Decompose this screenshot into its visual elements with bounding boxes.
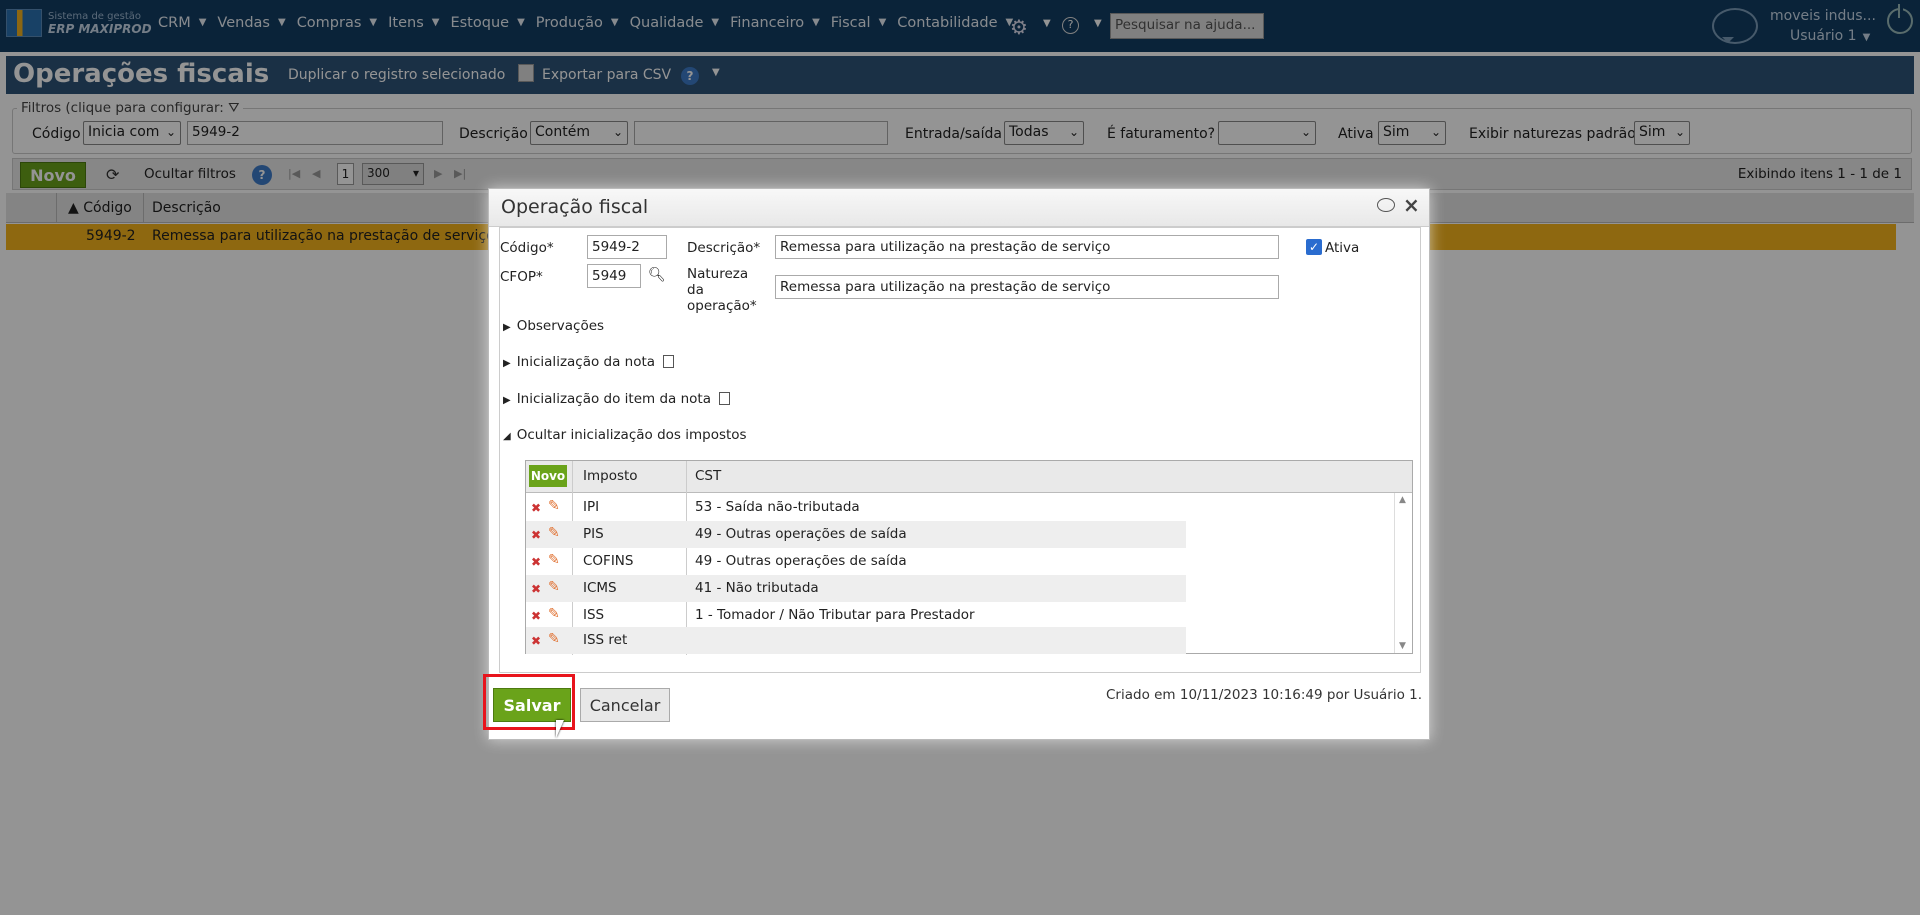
edit-icon[interactable]: ✎ — [548, 631, 560, 647]
tax-row[interactable]: ✖ ✎ ICMS 41 - Não tributada — [526, 575, 1186, 602]
expand-icon: ▶ — [503, 395, 511, 406]
tax-table: Novo Imposto CST ✖ ✎ IPI 53 - Saída não-tr… — [525, 460, 1413, 655]
section-observacoes[interactable]: ▶ Observações — [503, 318, 604, 334]
comment-icon[interactable] — [1377, 198, 1395, 212]
tax-row[interactable]: ✖ ✎ ISS ret — [526, 627, 1186, 654]
tax-row[interactable]: ✖ ✎ ISS 1 - Tomador / Não Tributar para Pr… — [526, 602, 1186, 629]
tax-new-button[interactable]: Novo — [529, 465, 567, 487]
edit-icon[interactable]: ✎ — [548, 525, 560, 541]
tax-table-header: Novo Imposto CST — [526, 461, 1412, 493]
column-cst[interactable]: CST — [695, 468, 721, 484]
expand-icon: ▶ — [503, 322, 511, 333]
dialog-header: Operação fiscal × — [489, 189, 1429, 227]
edit-icon[interactable]: ✎ — [548, 552, 560, 568]
search-icon[interactable]: 🔍︎ — [648, 267, 666, 283]
cfop-input[interactable]: 5949 — [587, 264, 641, 288]
scroll-down-icon: ▼ — [1399, 641, 1406, 651]
ativa-label: Ativa — [1325, 240, 1360, 256]
delete-icon[interactable]: ✖ — [531, 582, 541, 596]
collapse-icon: ◢ — [503, 431, 511, 442]
expand-icon: ▶ — [503, 358, 511, 369]
created-info: Criado em 10/11/2023 10:16:49 por Usuári… — [1106, 687, 1423, 703]
close-icon[interactable]: × — [1403, 193, 1420, 217]
cfop-label: CFOP* — [500, 269, 543, 285]
dialog-title: Operação fiscal — [501, 196, 649, 218]
tax-row[interactable]: ✖ ✎ PIS 49 - Outras operações de saída — [526, 521, 1186, 548]
delete-icon[interactable]: ✖ — [531, 609, 541, 623]
cancel-button[interactable]: Cancelar — [580, 688, 670, 722]
scroll-up-icon: ▲ — [1399, 495, 1406, 505]
section-inicializacao-item[interactable]: ▶ Inicialização do item da nota — [503, 391, 730, 407]
delete-icon[interactable]: ✖ — [531, 555, 541, 569]
edit-icon[interactable]: ✎ — [548, 606, 560, 622]
document-icon — [663, 355, 675, 368]
ativa-checkbox[interactable]: ✓ — [1306, 239, 1322, 255]
tax-row[interactable]: ✖ ✎ COFINS 49 - Outras operações de saída — [526, 548, 1186, 575]
codigo-label: Código* — [500, 240, 554, 256]
descricao-label: Descrição* — [687, 240, 761, 256]
natureza-input[interactable]: Remessa para utilização na prestação de … — [775, 275, 1279, 299]
delete-icon[interactable]: ✖ — [531, 528, 541, 542]
section-impostos[interactable]: ◢ Ocultar inicialização dos impostos — [503, 427, 747, 443]
delete-icon[interactable]: ✖ — [531, 501, 541, 515]
section-inicializacao-nota[interactable]: ▶ Inicialização da nota — [503, 354, 675, 370]
tax-row[interactable]: ✖ ✎ IPI 53 - Saída não-tributada — [526, 494, 1186, 521]
tax-table-scrollbar[interactable]: ▲ ▼ — [1394, 493, 1412, 653]
delete-icon[interactable]: ✖ — [531, 634, 541, 648]
column-imposto[interactable]: Imposto — [583, 468, 638, 484]
document-icon — [718, 392, 730, 405]
mouse-cursor — [556, 720, 564, 738]
edit-icon[interactable]: ✎ — [548, 579, 560, 595]
descricao-input[interactable]: Remessa para utilização na prestação de … — [775, 235, 1279, 259]
edit-icon[interactable]: ✎ — [548, 498, 560, 514]
codigo-input[interactable]: 5949-2 — [587, 235, 667, 259]
natureza-label: Natureza da operação* — [687, 266, 757, 314]
